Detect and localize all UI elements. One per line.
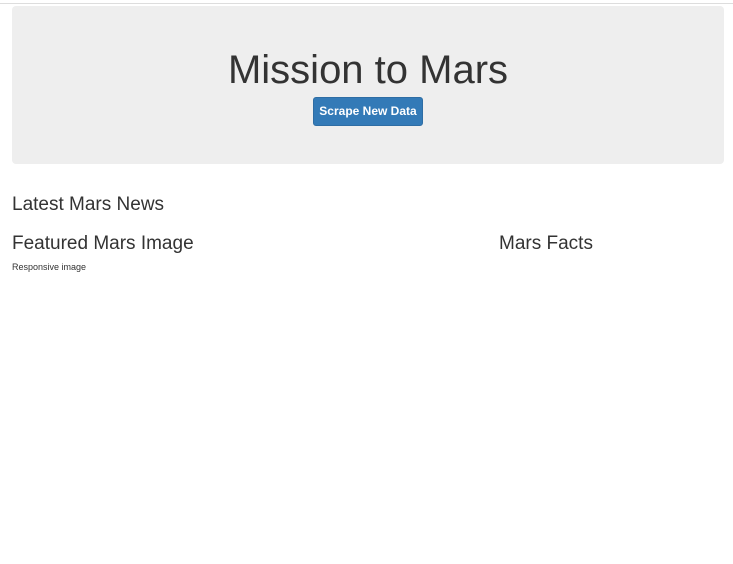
page: Mission to Mars Scrape New Data Latest M… [0, 0, 733, 564]
featured-image-heading: Featured Mars Image [12, 233, 194, 254]
jumbotron: Mission to Mars Scrape New Data [12, 6, 724, 164]
featured-image: Responsive image [12, 261, 86, 273]
mars-facts-heading: Mars Facts [499, 233, 593, 254]
scrape-new-data-button[interactable]: Scrape New Data [313, 97, 423, 126]
latest-news-heading: Latest Mars News [12, 194, 165, 215]
page-title: Mission to Mars [227, 48, 509, 92]
top-divider [0, 3, 733, 4]
featured-image-alt-text: Responsive image [12, 262, 87, 272]
